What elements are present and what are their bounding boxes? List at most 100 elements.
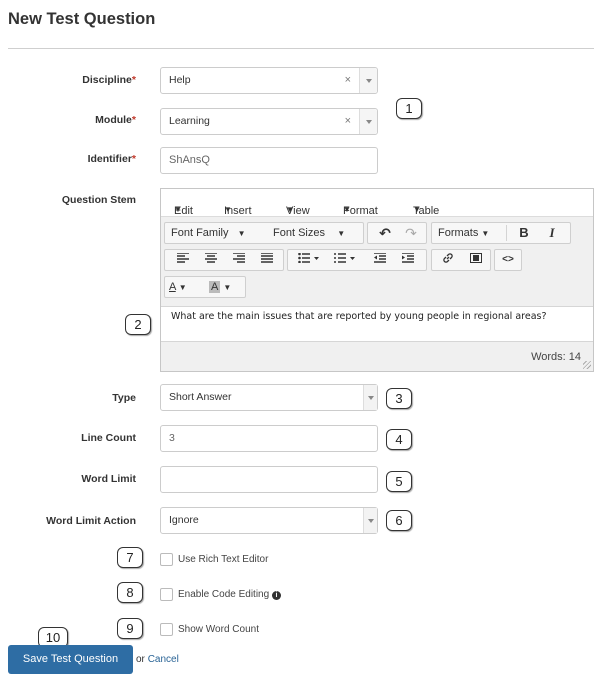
list-group: [287, 249, 427, 271]
page-title: New Test Question: [8, 10, 156, 28]
bullet-list-icon[interactable]: [292, 250, 326, 270]
font-sizes-label: Font Sizes: [273, 227, 325, 239]
or-cancel: or Cancel: [136, 654, 179, 665]
align-right-icon[interactable]: [225, 250, 253, 270]
caret-down-icon: ▼: [343, 205, 351, 214]
or-text: or: [136, 654, 145, 665]
caret-down-icon: ▼: [178, 283, 187, 292]
question-stem-label: Question Stem: [61, 194, 136, 206]
discipline-clear-icon[interactable]: ×: [345, 68, 351, 93]
module-label: Module*: [0, 114, 136, 126]
caret-down-icon: ▼: [286, 205, 294, 214]
word-limit-action-select[interactable]: Ignore: [160, 507, 378, 534]
caret-down-icon: ▼: [174, 205, 182, 214]
chevron-down-icon[interactable]: [359, 109, 377, 134]
chevron-down-icon[interactable]: [363, 385, 377, 410]
callout-1: 1: [396, 98, 422, 119]
formats-dropdown[interactable]: Formats ▼: [438, 223, 504, 243]
callout-7: 7: [117, 547, 143, 568]
formats-label: Formats: [438, 227, 479, 239]
required-mark: *: [131, 114, 136, 126]
font-group: Font Family ▼ Font Sizes ▼: [164, 222, 364, 244]
editor-menubar: Edit ▼ Insert ▼ View ▼ Format ▼ Table ▼: [161, 189, 593, 217]
caret-down-icon: ▼: [223, 283, 232, 292]
use-rich-text-label: Use Rich Text Editor: [178, 554, 269, 565]
module-select[interactable]: Learning ×: [160, 108, 378, 135]
indent-icon[interactable]: [394, 250, 422, 270]
title-divider: [8, 48, 594, 49]
background-color-button[interactable]: A ▼: [209, 277, 245, 297]
editor-content[interactable]: What are the main issues that are report…: [171, 311, 547, 322]
callout-4: 4: [386, 429, 412, 450]
module-clear-icon[interactable]: ×: [345, 109, 351, 134]
callout-8: 8: [117, 582, 143, 603]
formats-group: Formats ▼ B I: [431, 222, 571, 244]
enable-code-label-text: Enable Code Editing: [178, 589, 270, 600]
callout-5: 5: [386, 471, 412, 492]
bg-color-label: A: [209, 281, 221, 293]
numbered-list-icon[interactable]: [328, 250, 362, 270]
required-mark: *: [131, 74, 136, 86]
outdent-icon[interactable]: [366, 250, 394, 270]
module-label-text: Module: [95, 114, 132, 126]
color-group: A ▼ A ▼: [164, 276, 246, 298]
enable-code-checkbox[interactable]: [160, 588, 173, 601]
align-left-icon[interactable]: [169, 250, 197, 270]
align-justify-icon[interactable]: [253, 250, 281, 270]
chevron-down-icon[interactable]: [359, 68, 377, 93]
word-count: Words: 14: [531, 351, 581, 363]
resize-handle-icon[interactable]: [583, 361, 591, 369]
save-test-question-button[interactable]: Save Test Question: [8, 645, 133, 674]
enable-code-label: Enable Code Editing i: [178, 589, 281, 600]
toolbar-divider: [506, 225, 507, 241]
cancel-link[interactable]: Cancel: [148, 654, 179, 665]
bold-button[interactable]: B: [510, 223, 538, 243]
editor-statusbar: Words: 14: [161, 341, 593, 371]
required-mark: *: [131, 153, 136, 165]
info-icon[interactable]: i: [271, 591, 281, 600]
use-rich-text-checkbox[interactable]: [160, 553, 173, 566]
word-limit-input[interactable]: [160, 466, 378, 493]
text-color-label: A: [169, 281, 176, 293]
caret-down-icon: ▼: [237, 229, 246, 238]
callout-2: 2: [125, 314, 151, 335]
word-limit-action-label: Word Limit Action: [46, 515, 136, 527]
font-sizes-dropdown[interactable]: Font Sizes ▼: [273, 223, 363, 243]
callout-6: 6: [386, 510, 412, 531]
show-word-count-label: Show Word Count: [178, 624, 259, 635]
chevron-down-icon[interactable]: [363, 508, 377, 533]
show-word-count-checkbox[interactable]: [160, 623, 173, 636]
discipline-value: Help: [169, 74, 191, 86]
align-center-icon[interactable]: [197, 250, 225, 270]
source-code-icon[interactable]: <>: [495, 250, 521, 270]
insert-group: [431, 249, 491, 271]
discipline-select[interactable]: Help ×: [160, 67, 378, 94]
line-count-label: Line Count: [81, 432, 136, 444]
text-color-button[interactable]: A ▼: [169, 277, 205, 297]
link-icon[interactable]: [434, 250, 462, 270]
discipline-label: Discipline*: [0, 74, 136, 86]
identifier-input[interactable]: ShAnsQ: [160, 147, 378, 174]
italic-button[interactable]: I: [538, 223, 566, 243]
type-label: Type: [112, 392, 136, 404]
question-stem-editor[interactable]: Edit ▼ Insert ▼ View ▼ Format ▼ Table ▼ …: [160, 188, 594, 372]
undo-icon[interactable]: ↶: [372, 223, 398, 243]
editor-toolbar: Font Family ▼ Font Sizes ▼ ↶ ↷ Formats ▼…: [161, 217, 593, 307]
font-family-dropdown[interactable]: Font Family ▼: [171, 223, 261, 243]
identifier-label: Identifier*: [0, 153, 136, 165]
type-select[interactable]: Short Answer: [160, 384, 378, 411]
caret-down-icon: ▼: [481, 229, 490, 238]
redo-icon[interactable]: ↷: [398, 223, 424, 243]
caret-down-icon: ▼: [224, 205, 232, 214]
media-icon[interactable]: [462, 250, 490, 270]
type-value: Short Answer: [169, 391, 232, 403]
history-group: ↶ ↷: [367, 222, 427, 244]
callout-9: 9: [117, 618, 143, 639]
callout-3: 3: [386, 388, 412, 409]
line-count-input[interactable]: 3: [160, 425, 378, 452]
discipline-label-text: Discipline: [82, 74, 132, 86]
word-limit-action-value: Ignore: [169, 514, 199, 526]
align-group: [164, 249, 284, 271]
code-group: <>: [494, 249, 522, 271]
word-limit-label: Word Limit: [81, 473, 136, 485]
